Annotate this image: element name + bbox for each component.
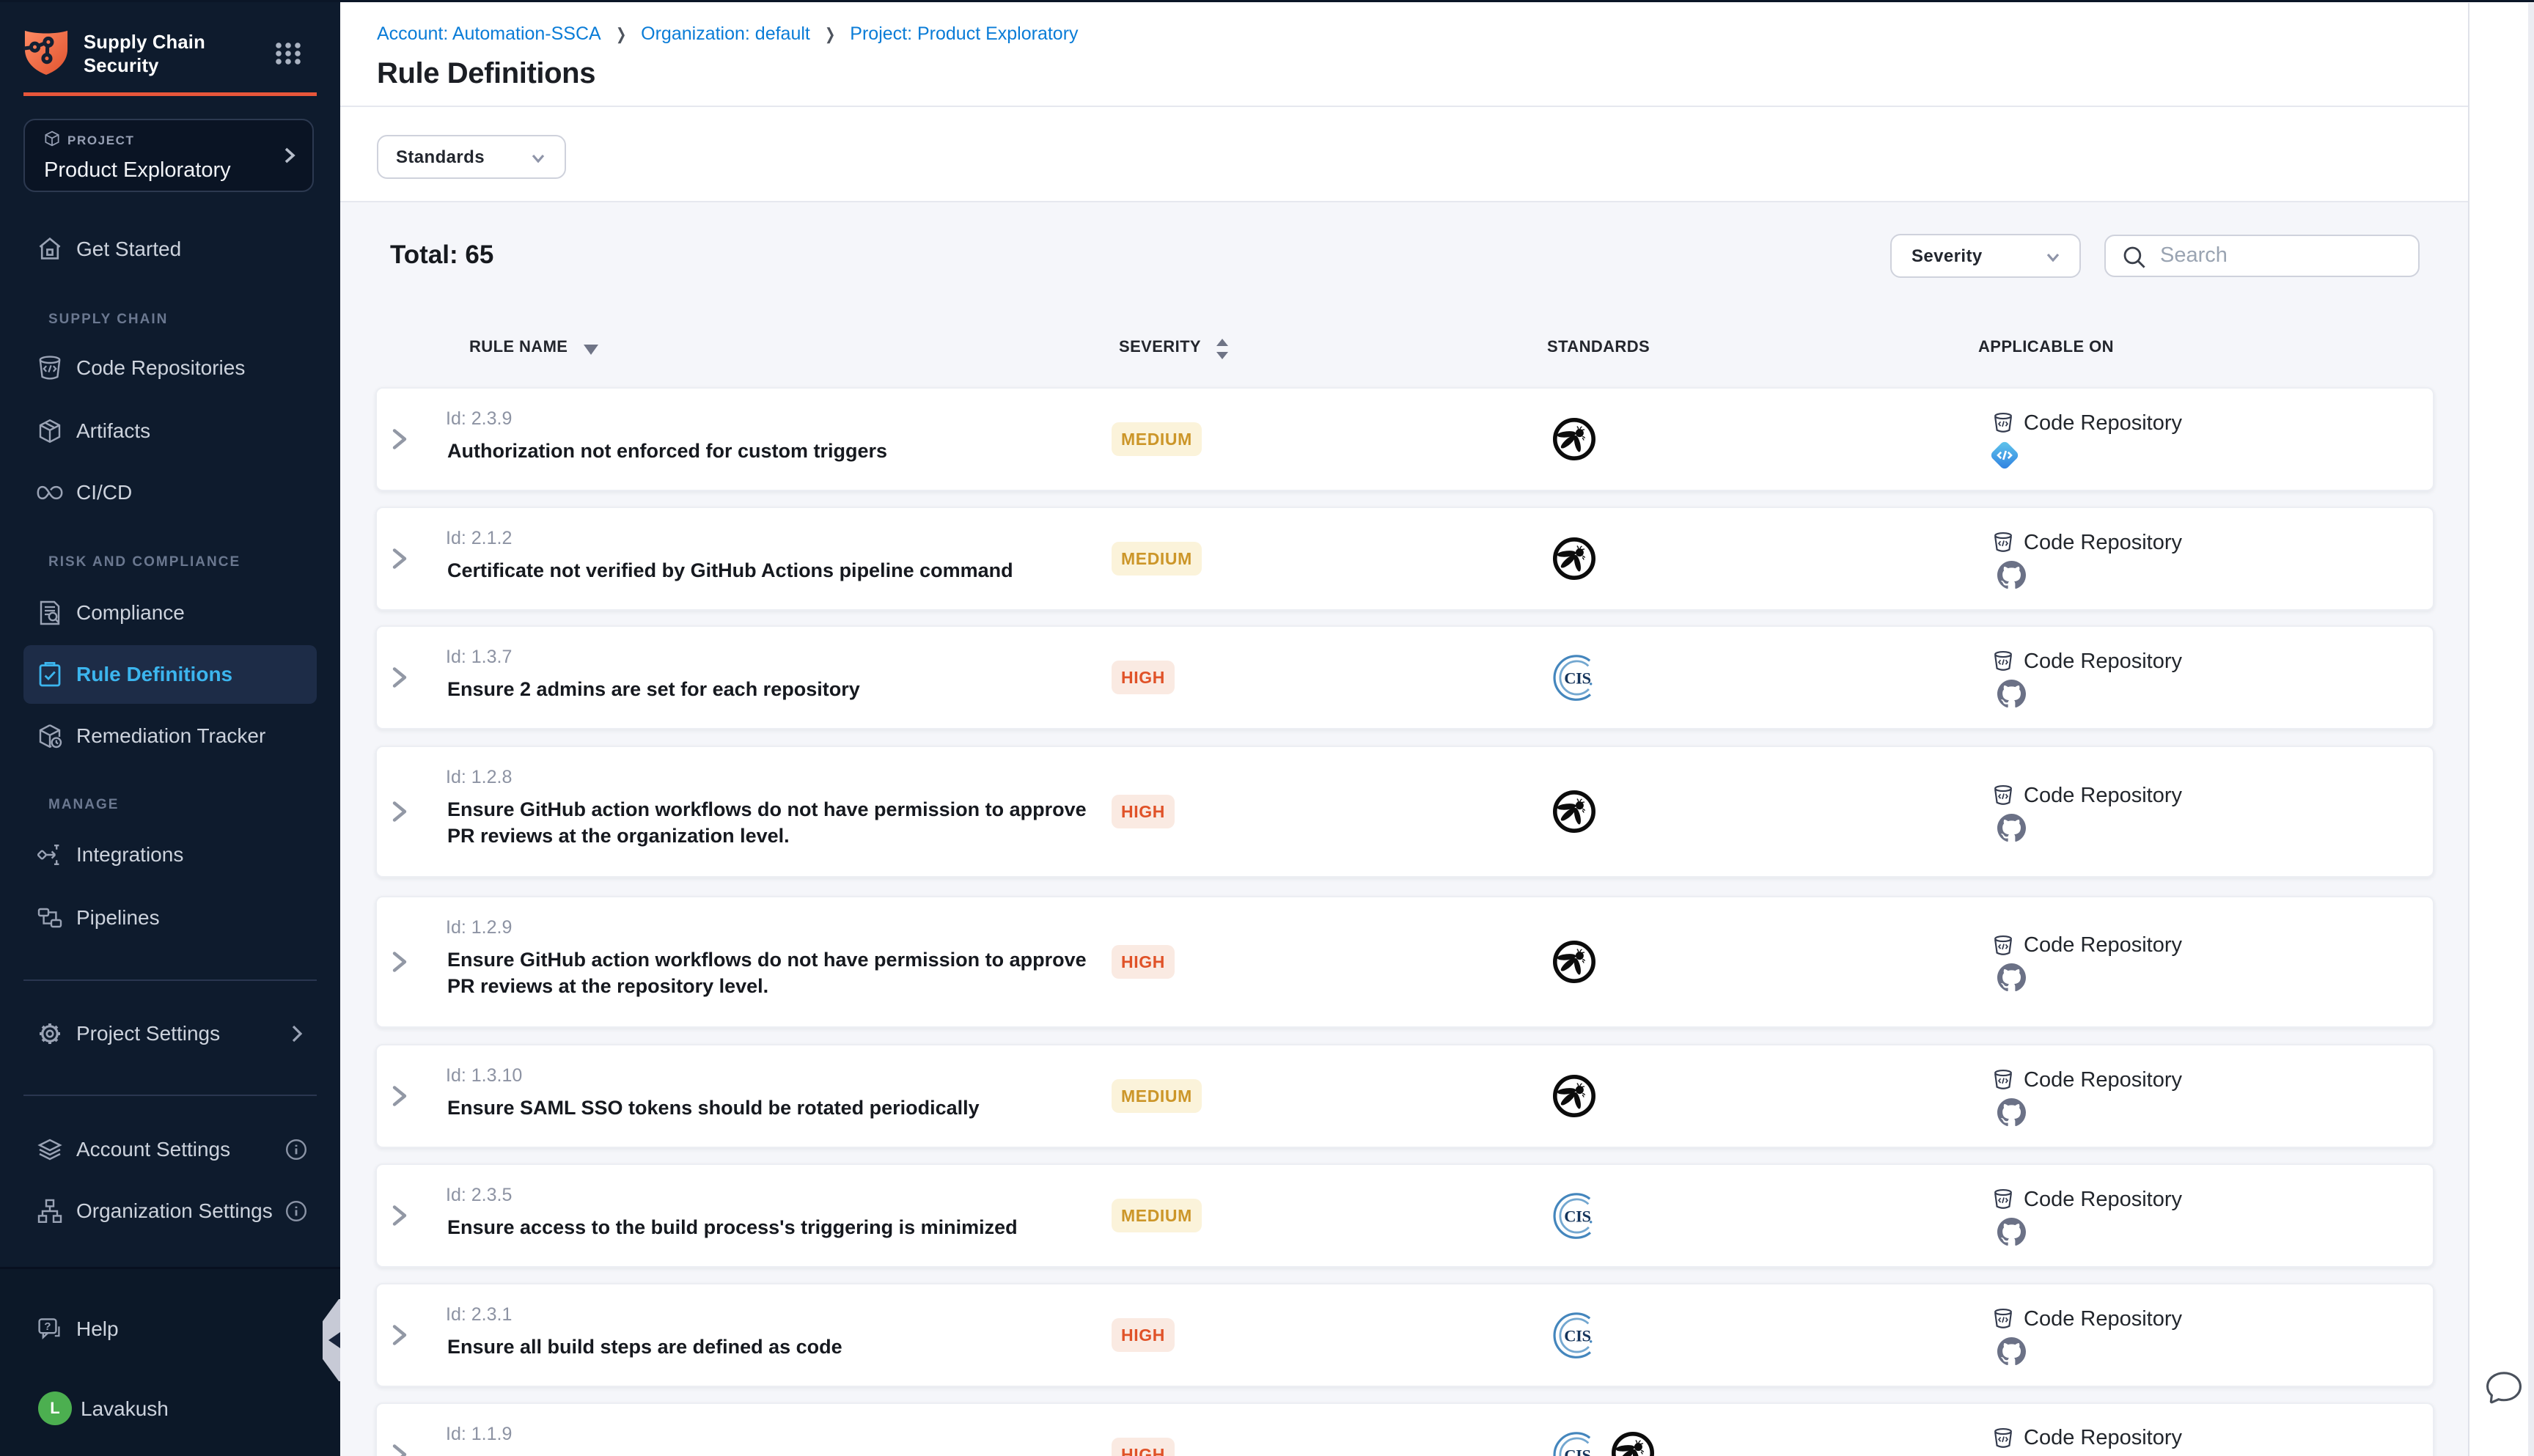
svg-text:?: ?: [44, 1320, 51, 1333]
